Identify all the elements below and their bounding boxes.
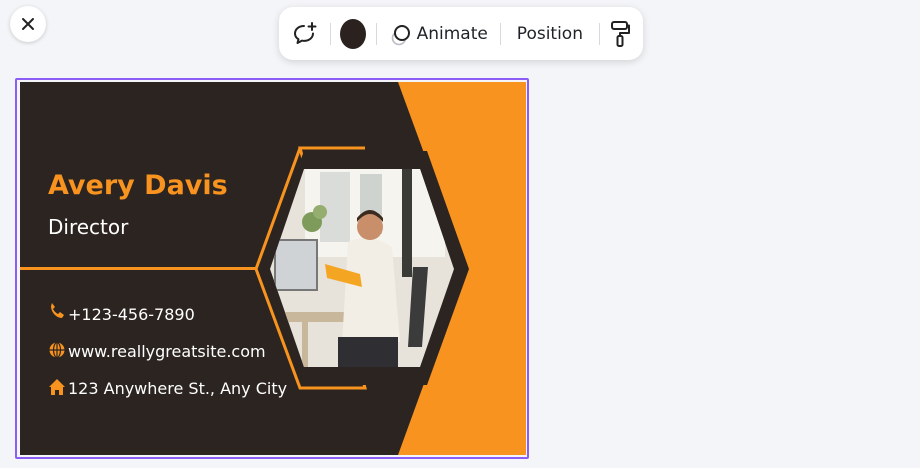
website-row[interactable]: www.reallygreatsite.com: [68, 342, 266, 361]
home-icon: [49, 379, 65, 395]
toolbar-divider: [375, 22, 377, 45]
toolbar-divider: [599, 22, 600, 45]
close-icon: [22, 18, 34, 30]
divider-line: [20, 267, 256, 270]
animate-label: Animate: [416, 23, 488, 44]
address-row[interactable]: 123 Anywhere St., Any City: [68, 379, 287, 398]
position-button[interactable]: Position: [507, 7, 593, 60]
card-graphics: [20, 82, 526, 455]
card-title[interactable]: Director: [48, 215, 128, 239]
paint-roller-icon: [611, 20, 631, 47]
card-name[interactable]: Avery Davis: [48, 170, 228, 201]
phone-text: +123-456-7890: [68, 305, 195, 324]
phone-row[interactable]: +123-456-7890: [68, 305, 195, 324]
position-label: Position: [516, 23, 583, 44]
animate-icon: [391, 24, 410, 45]
add-comment-button[interactable]: [287, 7, 324, 60]
address-text: 123 Anywhere St., Any City: [68, 379, 288, 398]
color-button[interactable]: [337, 7, 370, 60]
animate-button[interactable]: Animate: [383, 7, 494, 60]
toolbar-divider: [499, 22, 501, 45]
element-toolbar: Animate Position: [279, 7, 643, 60]
business-card[interactable]: Avery Davis Director +123-456-7890 www.r…: [20, 82, 526, 455]
website-text: www.reallygreatsite.com: [68, 342, 266, 361]
toolbar-divider: [329, 22, 331, 45]
add-comment-icon: [294, 21, 317, 44]
color-swatch: [340, 18, 367, 49]
globe-icon: [49, 341, 65, 359]
copy-style-button[interactable]: [606, 7, 635, 60]
phone-icon: [51, 303, 64, 318]
close-button[interactable]: [10, 6, 46, 42]
